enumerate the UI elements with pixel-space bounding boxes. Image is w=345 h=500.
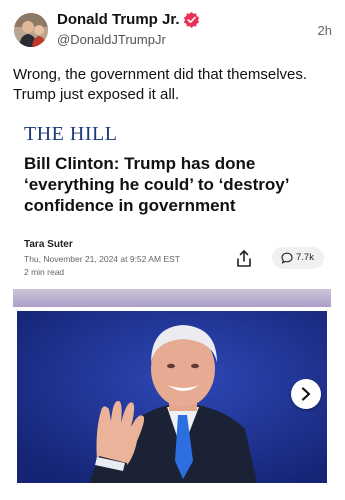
article-read-time: 2 min read [24,267,65,277]
verified-badge-icon [183,11,200,28]
author-avatar[interactable] [14,13,48,47]
comments-button[interactable]: 7.7k [272,247,324,269]
article-photo[interactable] [17,311,327,483]
author-name[interactable]: Donald Trump Jr. [57,11,180,28]
comment-bubble-icon [281,252,293,264]
comment-count: 7.7k [296,252,314,263]
post-header: Donald Trump Jr. @DonaldJTrumpJr 2h [0,0,345,60]
next-image-button[interactable] [291,379,321,409]
article-card[interactable]: THE HILL Bill Clinton: Trump has done ‘e… [13,115,331,300]
article-headline[interactable]: Bill Clinton: Trump has done ‘everything… [24,153,324,216]
share-button[interactable] [234,248,254,270]
card-divider-bar [13,289,331,307]
post-text: Wrong, the government did that themselve… [13,66,308,103]
article-author: Tara Suter [24,239,73,250]
article-date: Thu, November 21, 2024 at 9:52 AM EST [24,254,180,264]
chevron-right-icon [301,387,311,401]
author-handle[interactable]: @DonaldJTrumpJr [57,32,166,47]
post-timestamp: 2h [317,23,332,38]
publisher-logo: THE HILL [24,123,118,145]
share-icon [237,250,251,267]
